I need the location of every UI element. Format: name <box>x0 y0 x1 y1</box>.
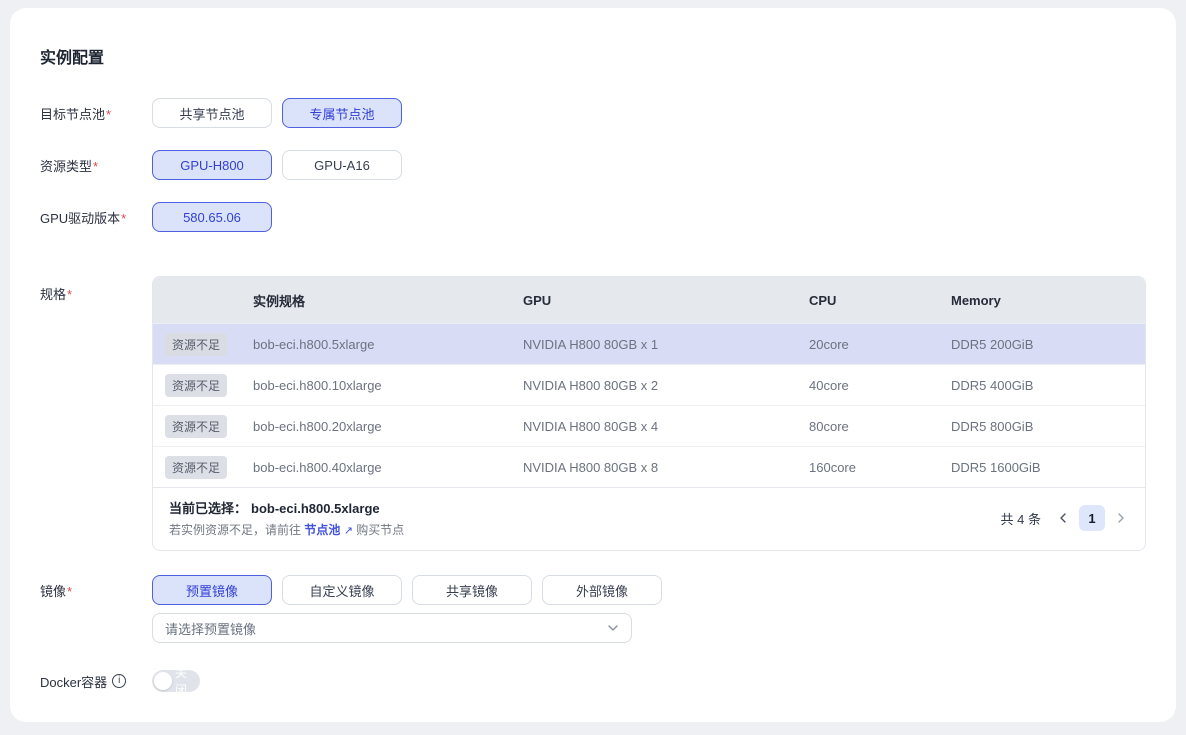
pagination: 共 4 条 1 <box>1001 505 1129 531</box>
total-count: 共 4 条 <box>1001 509 1041 528</box>
prev-page-button[interactable] <box>1055 510 1071 526</box>
chevron-left-icon <box>1057 512 1069 524</box>
image-type-options: 预置镜像 自定义镜像 共享镜像 外部镜像 <box>152 575 662 605</box>
chevron-down-icon <box>607 622 619 634</box>
resource-hint: 若实例资源不足，请前往 节点池 ↗ 购买节点 <box>169 521 404 538</box>
docker-toggle[interactable]: 关闭 <box>152 670 200 692</box>
gpu-driver-option[interactable]: 580.65.06 <box>152 202 272 232</box>
spec-table: 实例规格 GPU CPU Memory 资源不足 bob-eci.h800.5x… <box>152 276 1146 551</box>
spec-table-header: 实例规格 GPU CPU Memory <box>153 277 1145 323</box>
resource-type-option-h800[interactable]: GPU-H800 <box>152 150 272 180</box>
required-mark: * <box>67 287 72 302</box>
selection-summary: 当前已选择：bob-eci.h800.5xlarge 若实例资源不足，请前往 节… <box>169 498 404 538</box>
table-row-h800-10xlarge[interactable]: 资源不足 bob-eci.h800.10xlarge NVIDIA H800 8… <box>153 364 1145 405</box>
cell-spec: bob-eci.h800.20xlarge <box>253 419 523 434</box>
cell-cpu: 160core <box>809 460 951 475</box>
gpu-driver-label: GPU驱动版本* <box>40 208 152 227</box>
current-selection: 当前已选择：bob-eci.h800.5xlarge <box>169 498 404 517</box>
form-row-docker: Docker容器 i 关闭 <box>40 670 1146 692</box>
image-option-preset[interactable]: 预置镜像 <box>152 575 272 605</box>
status-badge: 资源不足 <box>165 374 227 397</box>
form-row-gpu-driver: GPU驱动版本* 580.65.06 <box>40 202 1146 232</box>
preset-image-select[interactable]: 请选择预置镜像 <box>152 613 632 643</box>
resource-type-options: GPU-H800 GPU-A16 <box>152 150 402 180</box>
required-mark: * <box>106 107 111 122</box>
cell-memory: DDR5 800GiB <box>951 419 1145 434</box>
image-option-custom[interactable]: 自定义镜像 <box>282 575 402 605</box>
table-row-h800-20xlarge[interactable]: 资源不足 bob-eci.h800.20xlarge NVIDIA H800 8… <box>153 405 1145 446</box>
image-option-shared[interactable]: 共享镜像 <box>412 575 532 605</box>
cell-gpu: NVIDIA H800 80GB x 2 <box>523 378 809 393</box>
required-mark: * <box>93 159 98 174</box>
cell-spec: bob-eci.h800.10xlarge <box>253 378 523 393</box>
image-label: 镜像* <box>40 581 152 600</box>
status-badge: 资源不足 <box>165 333 227 356</box>
node-pool-link[interactable]: 节点池 <box>304 523 340 537</box>
node-pool-option-shared[interactable]: 共享节点池 <box>152 98 272 128</box>
cell-spec: bob-eci.h800.5xlarge <box>253 337 523 352</box>
external-link-icon: ↗ <box>344 525 353 537</box>
required-mark: * <box>121 211 126 226</box>
form-row-spec: 规格* 实例规格 GPU CPU Memory 资源不足 bob-eci.h80… <box>40 276 1146 551</box>
col-header-spec: 实例规格 <box>253 291 523 310</box>
cell-memory: DDR5 200GiB <box>951 337 1145 352</box>
info-icon[interactable]: i <box>112 674 126 688</box>
instance-config-panel: 实例配置 目标节点池* 共享节点池 专属节点池 资源类型* GPU-H800 G… <box>10 8 1176 722</box>
cell-cpu: 80core <box>809 419 951 434</box>
form-row-image-select: 请选择预置镜像 <box>40 613 1146 643</box>
node-pool-option-dedicated[interactable]: 专属节点池 <box>282 98 402 128</box>
cell-memory: DDR5 1600GiB <box>951 460 1145 475</box>
toggle-state-label: 关闭 <box>175 664 198 698</box>
cell-gpu: NVIDIA H800 80GB x 8 <box>523 460 809 475</box>
selected-spec-value: bob-eci.h800.5xlarge <box>251 501 380 516</box>
col-header-memory: Memory <box>951 293 1145 308</box>
cell-memory: DDR5 400GiB <box>951 378 1145 393</box>
node-pool-options: 共享节点池 专属节点池 <box>152 98 402 128</box>
docker-label: Docker容器 i <box>40 672 152 691</box>
table-row-h800-5xlarge[interactable]: 资源不足 bob-eci.h800.5xlarge NVIDIA H800 80… <box>153 323 1145 364</box>
spec-table-footer: 当前已选择：bob-eci.h800.5xlarge 若实例资源不足，请前往 节… <box>153 487 1145 550</box>
col-header-cpu: CPU <box>809 293 951 308</box>
node-pool-label: 目标节点池* <box>40 104 152 123</box>
form-row-resource-type: 资源类型* GPU-H800 GPU-A16 <box>40 150 1146 180</box>
cell-gpu: NVIDIA H800 80GB x 1 <box>523 337 809 352</box>
current-page-button[interactable]: 1 <box>1079 505 1105 531</box>
form-row-node-pool: 目标节点池* 共享节点池 专属节点池 <box>40 98 1146 128</box>
cell-cpu: 20core <box>809 337 951 352</box>
resource-type-option-a16[interactable]: GPU-A16 <box>282 150 402 180</box>
required-mark: * <box>67 584 72 599</box>
resource-type-label: 资源类型* <box>40 156 152 175</box>
form-row-image: 镜像* 预置镜像 自定义镜像 共享镜像 外部镜像 <box>40 575 1146 605</box>
toggle-knob <box>154 672 172 690</box>
col-header-gpu: GPU <box>523 293 809 308</box>
chevron-right-icon <box>1115 512 1127 524</box>
status-badge: 资源不足 <box>165 415 227 438</box>
spec-label: 规格* <box>40 276 152 303</box>
cell-gpu: NVIDIA H800 80GB x 4 <box>523 419 809 434</box>
gpu-driver-options: 580.65.06 <box>152 202 272 232</box>
image-option-external[interactable]: 外部镜像 <box>542 575 662 605</box>
cell-spec: bob-eci.h800.40xlarge <box>253 460 523 475</box>
next-page-button[interactable] <box>1113 510 1129 526</box>
table-row-h800-40xlarge[interactable]: 资源不足 bob-eci.h800.40xlarge NVIDIA H800 8… <box>153 446 1145 487</box>
page-title: 实例配置 <box>40 44 1146 68</box>
select-placeholder: 请选择预置镜像 <box>165 619 256 638</box>
status-badge: 资源不足 <box>165 456 227 479</box>
cell-cpu: 40core <box>809 378 951 393</box>
